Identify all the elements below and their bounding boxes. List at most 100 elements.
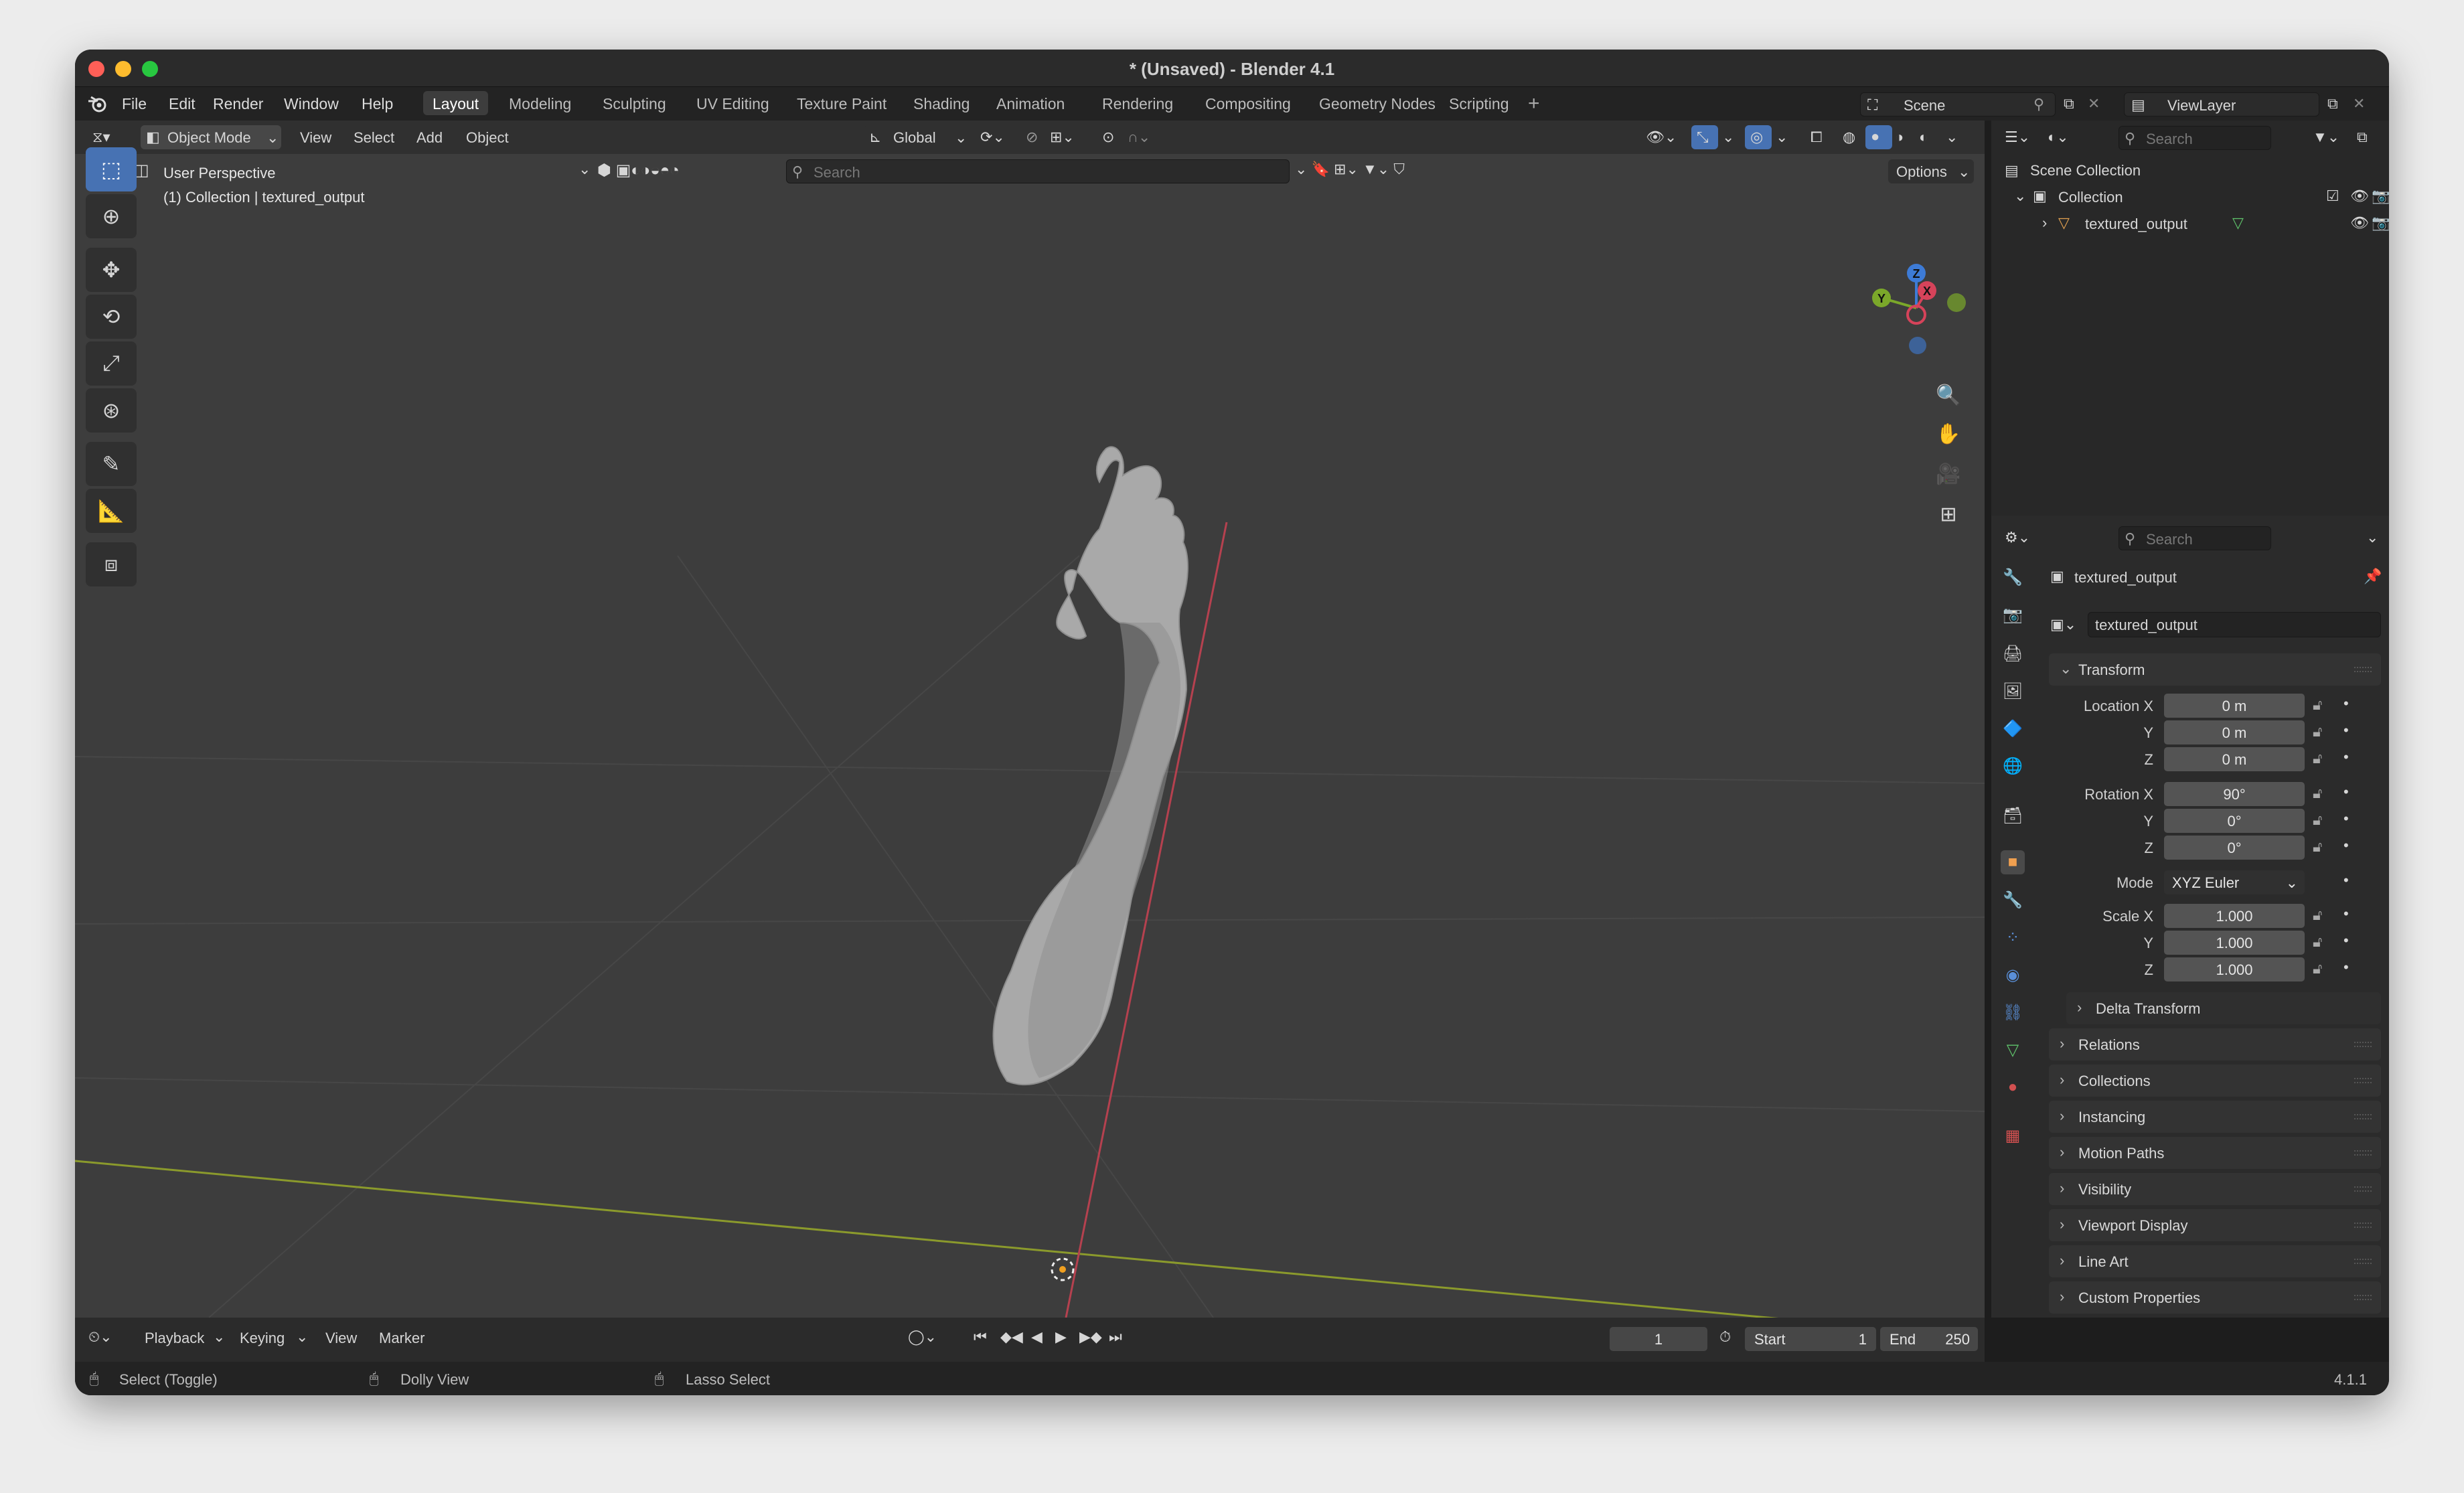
chevron-down-icon[interactable]: ⌄ xyxy=(2014,187,2026,205)
material-tab[interactable]: ● xyxy=(2001,1075,2025,1099)
properties-editor-type-icon[interactable]: ⚙⌄ xyxy=(2005,529,2030,546)
3d-viewport[interactable]: ⧖▾ ◧ Object Mode ⌄ View Select Add Objec… xyxy=(75,121,1985,1318)
start-frame-field[interactable]: Start 1 xyxy=(1745,1327,1876,1351)
zoom-button[interactable]: 🔍 xyxy=(1934,380,1963,410)
lock-icon[interactable]: 🔓︎ xyxy=(2313,811,2322,829)
scale-x-field[interactable]: 1.000 xyxy=(2164,904,2305,928)
outliner-search-input[interactable]: ⚲ Search xyxy=(2119,126,2271,150)
menu-help[interactable]: Help xyxy=(362,95,393,113)
snap-target-icon[interactable]: ⊞⌄ xyxy=(1050,129,1075,146)
new-view-layer-icon[interactable]: ⧉ xyxy=(2327,95,2338,112)
drag-handle-icon[interactable] xyxy=(2354,1259,2372,1264)
instancing-panel-header[interactable]: › Instancing xyxy=(2049,1101,2381,1133)
menu-view-timeline[interactable]: View xyxy=(325,1330,357,1347)
menu-marker[interactable]: Marker xyxy=(379,1330,425,1347)
keyframe-dot-icon[interactable]: • xyxy=(2343,749,2349,766)
drag-handle-icon[interactable] xyxy=(2354,1223,2372,1228)
tab-animation[interactable]: Animation xyxy=(987,91,1074,115)
lock-icon[interactable]: 🔓︎ xyxy=(2313,750,2322,767)
keyframe-dot-icon[interactable]: • xyxy=(2343,722,2349,739)
scale-z-field[interactable]: 1.000 xyxy=(2164,957,2305,981)
keyframe-dot-icon[interactable]: • xyxy=(2343,872,2349,889)
lock-icon[interactable]: 🔓︎ xyxy=(2313,838,2322,856)
jump-end-icon[interactable]: ⏭ xyxy=(1109,1328,1122,1346)
transform-panel-header[interactable]: ⌄ Transform xyxy=(2049,653,2381,686)
menu-object[interactable]: Object xyxy=(466,129,509,147)
menu-select[interactable]: Select xyxy=(354,129,394,147)
collection-label[interactable]: Collection xyxy=(2058,189,2123,206)
keyframe-dot-icon[interactable]: • xyxy=(2343,810,2349,828)
menu-add[interactable]: Add xyxy=(416,129,443,147)
pivot-icon[interactable]: ⟳⌄ xyxy=(980,129,1005,146)
jump-start-icon[interactable]: ⏮ xyxy=(974,1328,987,1346)
chevron-right-icon[interactable]: › xyxy=(2042,214,2047,232)
keyframe-dot-icon[interactable]: • xyxy=(2343,837,2349,854)
transform-tool[interactable]: ⊛ xyxy=(86,388,137,433)
current-frame-field[interactable]: 1 xyxy=(1610,1327,1707,1351)
output-tab[interactable]: 🖨 xyxy=(2001,641,2025,665)
lock-icon[interactable]: 🔓︎ xyxy=(2313,696,2322,714)
filter-icon[interactable]: ▼⌄ xyxy=(2313,129,2339,146)
rotation-z-field[interactable]: 0° xyxy=(2164,836,2305,860)
camera-view-button[interactable]: 🎥 xyxy=(1934,459,1963,489)
line-art-panel-header[interactable]: › Line Art xyxy=(2049,1245,2381,1277)
menu-edit[interactable]: Edit xyxy=(169,95,196,113)
stopwatch-icon[interactable]: ⏱ xyxy=(1719,1328,1731,1346)
outliner-editor-type-icon[interactable]: ☰⌄ xyxy=(2005,129,2030,146)
gizmo-neg-x-icon[interactable] xyxy=(1906,305,1926,325)
add-cube-tool[interactable]: ⧈ xyxy=(86,542,137,586)
overlay-dropdown-icon[interactable]: ⌄ xyxy=(1776,129,1788,146)
mode-selector[interactable]: ◧ Object Mode ⌄ xyxy=(141,125,281,149)
add-workspace-plus-icon[interactable]: + xyxy=(1528,92,1540,115)
scene-tab[interactable]: 🔷 xyxy=(2001,716,2025,740)
overlay-toggle-button[interactable]: ◎ xyxy=(1745,125,1772,149)
shading-dropdown-icon[interactable]: ⌄ xyxy=(1946,129,1958,146)
object-label[interactable]: textured_output xyxy=(2085,216,2187,233)
motion-paths-panel-header[interactable]: › Motion Paths xyxy=(2049,1137,2381,1169)
rotate-tool[interactable]: ⟲ xyxy=(86,295,137,339)
rotation-mode-select[interactable]: XYZ Euler ⌄ xyxy=(2164,870,2305,894)
scene-collection-label[interactable]: Scene Collection xyxy=(2030,162,2141,179)
display-mode-icon[interactable]: ◐⌄ xyxy=(2048,129,2069,146)
lock-icon[interactable]: 🔓︎ xyxy=(2313,960,2322,977)
data-tab[interactable]: ▽ xyxy=(2001,1038,2025,1062)
chevron-down-icon[interactable]: ⌄ xyxy=(2366,529,2378,546)
material-shading-icon[interactable]: ◑ xyxy=(1895,129,1904,146)
render-tab[interactable]: 📷 xyxy=(2001,603,2025,627)
tab-shading[interactable]: Shading xyxy=(904,91,979,115)
delete-view-layer-icon[interactable]: ✕ xyxy=(2353,95,2365,112)
wireframe-shading-icon[interactable]: ◍ xyxy=(1843,129,1855,146)
scene-selector[interactable]: ⛶ Scene ⚲ xyxy=(1860,92,2056,116)
properties-search-input[interactable]: ⚲ Search xyxy=(2119,526,2271,550)
tab-geometry-nodes[interactable]: Geometry Nodes xyxy=(1310,91,1445,115)
viewport-display-panel-header[interactable]: › Viewport Display xyxy=(2049,1209,2381,1241)
keyframe-dot-icon[interactable]: • xyxy=(2343,783,2349,801)
scale-tool[interactable]: ⤢ xyxy=(86,341,137,386)
drag-handle-icon[interactable] xyxy=(2354,1042,2372,1047)
location-z-field[interactable]: 0 m xyxy=(2164,747,2305,771)
editor-type-button[interactable]: ⧖▾ xyxy=(86,125,123,149)
solid-shading-button[interactable]: ● xyxy=(1865,125,1892,149)
delta-transform-header[interactable]: › Delta Transform xyxy=(2066,992,2381,1024)
lock-icon[interactable]: 🔓︎ xyxy=(2313,785,2322,802)
xray-icon[interactable]: ⧠ xyxy=(1811,129,1823,146)
menu-view[interactable]: View xyxy=(300,129,331,147)
drag-handle-icon[interactable] xyxy=(2354,1114,2372,1119)
view-layer-tab[interactable]: 🖼 xyxy=(2001,679,2025,703)
cursor-tool[interactable]: ⊕ xyxy=(86,194,137,238)
drag-handle-icon[interactable] xyxy=(2354,1186,2372,1192)
camera-icon[interactable]: 📷 xyxy=(2372,187,2389,205)
next-keyframe-icon[interactable]: ▶◆ xyxy=(1079,1328,1102,1346)
lock-icon[interactable]: 🔓︎ xyxy=(2313,933,2322,951)
keyframe-dot-icon[interactable]: • xyxy=(2343,695,2349,712)
drag-handle-icon[interactable] xyxy=(2354,1078,2372,1083)
proportional-edit-icon[interactable]: ⊙ xyxy=(1102,129,1114,146)
measure-tool[interactable]: 📐 xyxy=(86,489,137,533)
keyframe-dot-icon[interactable]: • xyxy=(2343,932,2349,949)
gizmo-dropdown-icon[interactable]: ⌄ xyxy=(1722,129,1734,146)
drag-handle-icon[interactable] xyxy=(2354,1295,2372,1300)
navigation-gizmo[interactable]: Z Y X xyxy=(1856,248,1977,368)
camera-icon[interactable]: 📷 xyxy=(2372,214,2389,232)
new-scene-icon[interactable]: ⧉ xyxy=(2064,95,2074,112)
rendered-shading-icon[interactable]: ◐ xyxy=(1919,129,1928,146)
